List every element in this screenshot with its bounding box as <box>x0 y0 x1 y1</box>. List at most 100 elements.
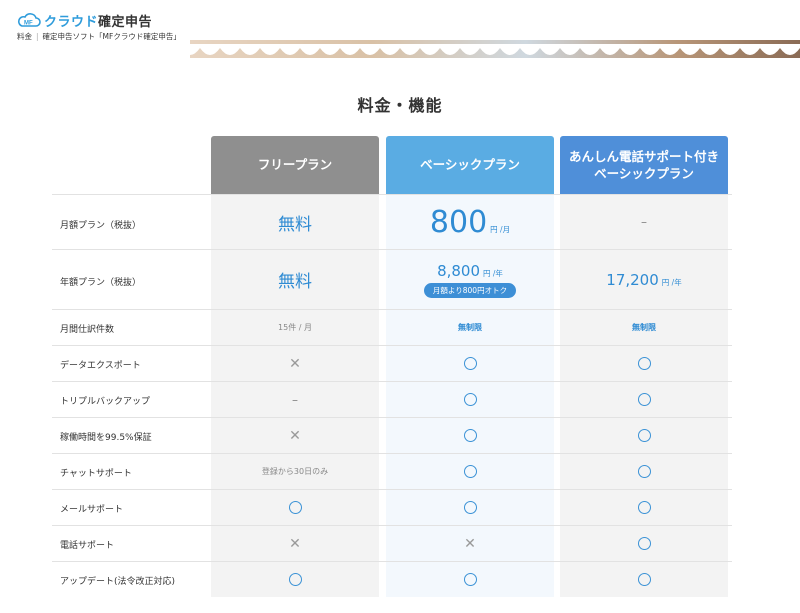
logo-mf-text: MF <box>24 21 33 27</box>
cell-basic <box>386 382 554 417</box>
cell-free: ✕ <box>211 346 379 381</box>
plan-name: ベーシックプラン <box>420 157 520 173</box>
cell-support: 17,200 円 /年 <box>560 250 728 309</box>
feature-row: ✕ データエクスポート <box>52 345 732 381</box>
available-circle-icon <box>463 573 477 586</box>
cell-support <box>560 346 728 381</box>
journal-limit: 15件 / 月 <box>278 323 312 332</box>
row-monthly-price: 無料 800 円 /月 – 月額プラン（税抜） <box>52 194 732 249</box>
breadcrumb-item-product[interactable]: 確定申告ソフト「MFクラウド確定申告」 <box>43 31 181 42</box>
breadcrumb-separator: | <box>36 32 39 41</box>
logo-brand: クラウド <box>44 14 99 30</box>
row-yearly-price: 無料 8,800 円 /年 月額より800円オトク 17,200 円 /年 年額プラ… <box>52 249 732 309</box>
breadcrumb: 料金 | 確定申告ソフト「MFクラウド確定申告」 <box>17 31 181 42</box>
available-circle-icon <box>463 429 477 442</box>
cell-free <box>211 562 379 597</box>
cell-free: ✕ <box>211 526 379 561</box>
logo-product: 確定申告 <box>98 14 153 30</box>
row-label: トリプルバックアップ <box>60 397 151 407</box>
unavailable-cross-icon: ✕ <box>289 427 301 444</box>
price-value: 800 <box>429 204 488 240</box>
price-value: 17,200 <box>606 270 659 289</box>
cell-free: 15件 / 月 <box>211 310 379 345</box>
row-label: 電話サポート <box>60 541 115 551</box>
row-label: 月間仕訳件数 <box>60 325 115 335</box>
cell-basic <box>386 454 554 489</box>
price-free: 無料 <box>278 272 312 292</box>
price-unit: 円 /年 <box>661 277 682 287</box>
price-unit: 円 /月 <box>490 224 511 234</box>
available-circle-icon <box>463 465 477 478</box>
available-circle-icon <box>463 501 477 514</box>
cell-support <box>560 454 728 489</box>
feature-row: ✕ ✕ 電話サポート <box>52 525 732 561</box>
available-circle-icon <box>637 357 651 370</box>
cell-basic: ✕ <box>386 526 554 561</box>
available-circle-icon <box>637 501 651 514</box>
unavailable-cross-icon: ✕ <box>289 355 301 372</box>
cell-support: – <box>560 195 728 249</box>
breadcrumb-item-pricing[interactable]: 料金 <box>17 31 32 42</box>
available-circle-icon <box>637 465 651 478</box>
available-circle-icon <box>637 537 651 550</box>
logo-text: クラウド確定申告 <box>44 11 152 30</box>
journal-unlimited: 無制限 <box>632 323 656 332</box>
row-label: メールサポート <box>60 505 124 515</box>
cell-basic <box>386 418 554 453</box>
mf-cloud-logo[interactable]: MF クラウド確定申告 <box>17 10 152 30</box>
available-circle-icon <box>463 393 477 406</box>
cell-free: 無料 <box>211 195 379 249</box>
plan-name-line2: ベーシックプラン <box>594 166 694 181</box>
wave-divider <box>0 44 800 55</box>
pricing-table: フリープラン ベーシックプラン あんしん電話サポート付き ベーシックプラン 無料 … <box>52 136 732 598</box>
row-label: 月額プラン（税抜） <box>60 221 142 231</box>
row-label: 年額プラン（税抜） <box>60 278 142 288</box>
plan-name: フリープラン <box>257 157 333 173</box>
cell-support: 無制限 <box>560 310 728 345</box>
plan-header-support: あんしん電話サポート付き ベーシックプラン <box>560 136 728 194</box>
cell-support <box>560 382 728 417</box>
cell-free: ✕ <box>211 418 379 453</box>
journal-unlimited: 無制限 <box>458 323 482 332</box>
available-circle-icon <box>288 573 302 586</box>
cell-basic <box>386 490 554 525</box>
plan-header-basic: ベーシックプラン <box>386 136 554 194</box>
unavailable-cross-icon: ✕ <box>289 535 301 552</box>
row-label: アップデート(法令改正対応) <box>60 577 176 587</box>
row-label: チャットサポート <box>60 469 132 479</box>
row-label: データエクスポート <box>60 361 141 371</box>
price-free: 無料 <box>278 214 312 235</box>
available-circle-icon <box>637 573 651 586</box>
cell-free: 登録から30日のみ <box>211 454 379 489</box>
cell-basic: 8,800 円 /年 月額より800円オトク <box>386 250 554 309</box>
discount-badge: 月額より800円オトク <box>423 282 517 298</box>
available-circle-icon <box>637 393 651 406</box>
available-circle-icon <box>463 357 477 370</box>
page-title: 料金・機能 <box>357 96 443 115</box>
cell-basic: 800 円 /月 <box>386 195 554 249</box>
plan-name-line1: あんしん電話サポート付き <box>568 148 719 164</box>
unavailable-cross-icon: ✕ <box>464 535 476 552</box>
feature-note: 登録から30日のみ <box>261 467 329 476</box>
price-unit: 円 /年 <box>483 268 503 278</box>
dash-mark: – <box>292 392 298 407</box>
feature-row: – トリプルバックアップ <box>52 381 732 417</box>
feature-row: アップデート(法令改正対応) <box>52 561 732 597</box>
row-label: 稼働時間を99.5%保証 <box>60 433 152 443</box>
cell-free <box>211 490 379 525</box>
cell-support <box>560 490 728 525</box>
plan-header-free: フリープラン <box>211 136 379 194</box>
available-circle-icon <box>637 429 651 442</box>
feature-row: ✕ 稼働時間を99.5%保証 <box>52 417 732 453</box>
cloud-icon: MF <box>18 13 41 27</box>
price-value: 8,800 <box>437 261 481 280</box>
available-circle-icon <box>288 501 302 514</box>
cell-support <box>560 562 728 597</box>
cell-basic <box>386 562 554 597</box>
cell-support <box>560 526 728 561</box>
dash-mark: – <box>641 215 647 229</box>
cell-free: – <box>211 382 379 417</box>
row-journal-count: 15件 / 月 無制限 無制限 月間仕訳件数 <box>52 309 732 345</box>
cell-basic: 無制限 <box>386 310 554 345</box>
cell-support <box>560 418 728 453</box>
